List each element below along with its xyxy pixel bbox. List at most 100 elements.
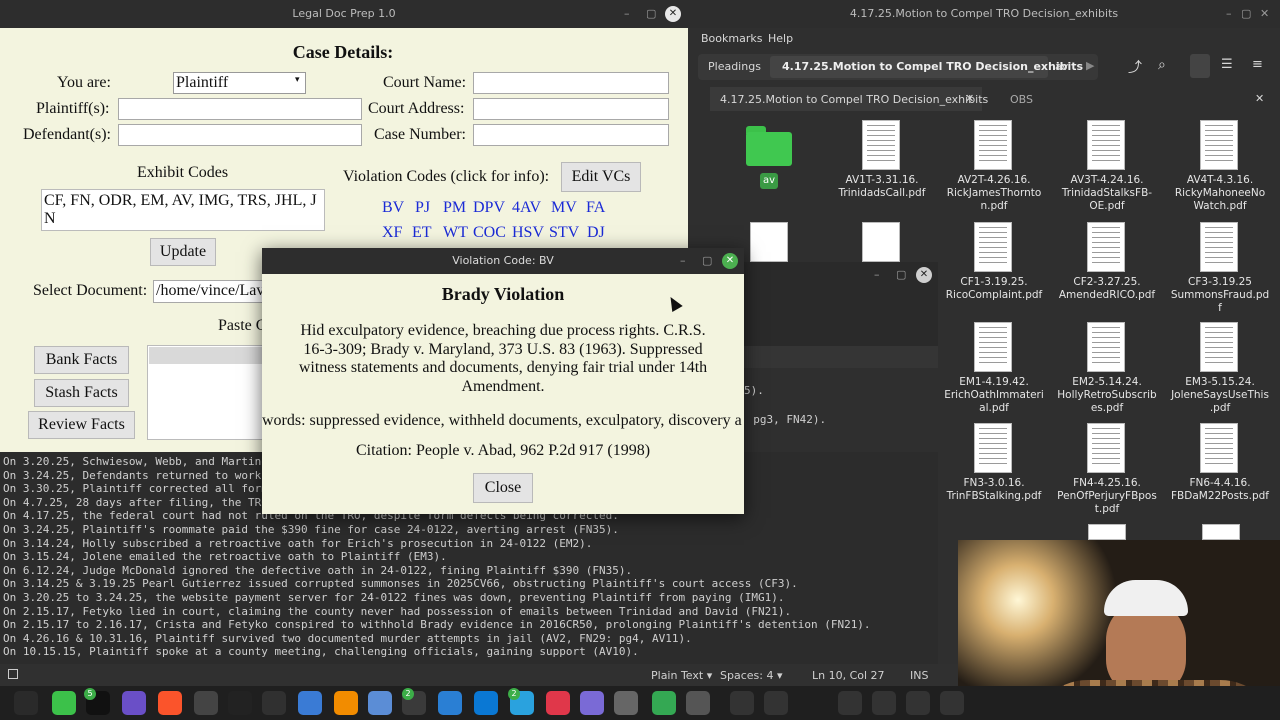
file-name[interactable]: CF2-3.27.25. AmendedRICO.pdf: [1057, 276, 1157, 302]
exhibit-codes-textarea[interactable]: CF, FN, ODR, EM, AV, IMG, TRS, JHL, J N: [41, 189, 325, 231]
pdf-file-icon[interactable]: [1200, 423, 1238, 473]
pdf-file-icon[interactable]: [974, 222, 1012, 272]
close-button[interactable]: Close: [473, 473, 533, 503]
violation-code-link[interactable]: STV: [549, 224, 579, 242]
violation-code-link[interactable]: BV: [382, 199, 404, 217]
tray-icon[interactable]: [730, 691, 754, 715]
file-name[interactable]: AV2T-4.26.16. RickJamesThornton.pdf: [944, 174, 1044, 213]
pdf-file-icon[interactable]: [974, 120, 1012, 170]
defendants-input[interactable]: [118, 124, 362, 146]
search-icon[interactable]: ⌕: [1158, 57, 1166, 73]
file-partial-icon[interactable]: [1202, 524, 1240, 540]
violation-code-link[interactable]: COC: [473, 224, 506, 242]
user-icon[interactable]: [906, 691, 930, 715]
tab-obs[interactable]: OBS: [1010, 93, 1033, 106]
file-name[interactable]: EM3-5.15.24. JoleneSaysUseThis.pdf: [1170, 376, 1270, 415]
notes-icon[interactable]: [580, 691, 604, 715]
maximize-icon[interactable]: ▢: [702, 254, 712, 267]
violation-code-link[interactable]: ET: [412, 224, 432, 242]
paste-textarea[interactable]: [147, 345, 267, 440]
camera-icon[interactable]: [298, 691, 322, 715]
vlc-icon[interactable]: [334, 691, 358, 715]
app-icon[interactable]: [122, 691, 146, 715]
minimize-icon[interactable]: –: [680, 254, 686, 267]
indent-selector[interactable]: Spaces: 4 ▾: [720, 669, 782, 682]
language-selector[interactable]: Plain Text ▾: [651, 669, 712, 682]
pdf-file-icon[interactable]: [974, 322, 1012, 372]
folder-icon[interactable]: [746, 126, 792, 166]
files-icon[interactable]: [52, 691, 76, 715]
file-name[interactable]: CF1-3.19.25. RicoComplaint.pdf: [944, 276, 1044, 302]
court-name-input[interactable]: [473, 72, 669, 94]
pdf-file-icon[interactable]: [1087, 322, 1125, 372]
shield-icon[interactable]: [652, 691, 676, 715]
mail-icon[interactable]: [368, 691, 392, 715]
settings-icon[interactable]: [614, 691, 638, 715]
printer-icon[interactable]: [838, 691, 862, 715]
pdf-file-icon[interactable]: [974, 423, 1012, 473]
lasso-icon[interactable]: [228, 691, 252, 715]
sort-icon[interactable]: ⤴: [1128, 57, 1142, 77]
violation-code-link[interactable]: 4AV: [512, 199, 541, 217]
maximize-icon[interactable]: ▢: [1241, 7, 1251, 20]
close-icon[interactable]: ✕: [665, 6, 681, 22]
you-are-select[interactable]: Plaintiff ▾: [173, 72, 306, 94]
editor-icon[interactable]: [438, 691, 462, 715]
chevron-right-icon[interactable]: ▶: [1086, 59, 1094, 72]
settings-icon[interactable]: [686, 691, 710, 715]
edit-vcs-button[interactable]: Edit VCs: [561, 162, 641, 192]
stash-facts-button[interactable]: Stash Facts: [34, 379, 129, 407]
brave-icon[interactable]: [158, 691, 182, 715]
minimize-icon[interactable]: –: [624, 7, 630, 20]
pdf-file-icon[interactable]: [1200, 222, 1238, 272]
violation-code-link[interactable]: MV: [551, 199, 577, 217]
file-partial-icon[interactable]: [750, 222, 788, 262]
paw-icon[interactable]: [194, 691, 218, 715]
file-name[interactable]: EM1-4.19.42. ErichOathImmaterial.pdf: [944, 376, 1044, 415]
close-icon[interactable]: ✕: [916, 267, 932, 283]
minimize-icon[interactable]: –: [874, 268, 880, 281]
minimize-icon[interactable]: –: [1226, 7, 1232, 20]
video-icon[interactable]: [262, 691, 286, 715]
hp-icon[interactable]: [940, 691, 964, 715]
court-address-input[interactable]: [473, 98, 669, 120]
menu-help[interactable]: Help: [768, 32, 793, 45]
violation-code-link[interactable]: PJ: [415, 199, 430, 217]
pdf-file-icon[interactable]: [1200, 322, 1238, 372]
file-name[interactable]: FN4-4.25.16. PenOfPerjuryFBpost.pdf: [1057, 477, 1157, 516]
file-name[interactable]: CF3-3.19.25 SummonsFraud.pdf: [1170, 276, 1270, 315]
violation-code-link[interactable]: DJ: [587, 224, 605, 242]
pdf-file-icon[interactable]: [1087, 222, 1125, 272]
maximize-icon[interactable]: ▢: [896, 268, 906, 281]
violation-code-link[interactable]: XF: [382, 224, 402, 242]
select-document-input[interactable]: /home/vince/Lav: [153, 280, 273, 303]
pdf-file-icon[interactable]: [1087, 423, 1125, 473]
file-name[interactable]: EM2-5.14.24. HollyRetroSubscribes.pdf: [1057, 376, 1157, 415]
file-name[interactable]: AV1T-3.31.16. TrinidadsCall.pdf: [832, 174, 932, 200]
sidebar-toggle-icon[interactable]: [8, 669, 18, 679]
violation-code-link[interactable]: DPV: [473, 199, 505, 217]
launcher-icon[interactable]: [14, 691, 38, 715]
list-view-icon[interactable]: ☰: [1221, 57, 1233, 72]
file-partial-icon[interactable]: [862, 222, 900, 262]
link-icon[interactable]: [546, 691, 570, 715]
vscode-icon[interactable]: [474, 691, 498, 715]
pdf-file-icon[interactable]: [862, 120, 900, 170]
maximize-icon[interactable]: ▢: [646, 7, 656, 20]
file-name[interactable]: FN6-4.4.16. FBDaM22Posts.pdf: [1170, 477, 1270, 503]
file-partial-icon[interactable]: [1088, 524, 1126, 540]
grid-view-icon[interactable]: [1190, 54, 1210, 78]
review-facts-button[interactable]: Review Facts: [28, 411, 135, 439]
violation-code-link[interactable]: FA: [586, 199, 605, 217]
case-number-input[interactable]: [473, 124, 669, 146]
path-segment-av[interactable]: av: [1055, 60, 1068, 73]
plaintiffs-input[interactable]: [118, 98, 362, 120]
update-button[interactable]: Update: [150, 238, 216, 266]
pdf-file-icon[interactable]: [1087, 120, 1125, 170]
violation-code-link[interactable]: WT: [443, 224, 468, 242]
file-name[interactable]: FN3-3.0.16. TrinFBStalking.pdf: [944, 477, 1044, 503]
path-segment-current[interactable]: 4.17.25.Motion to Compel TRO Decision_ex…: [782, 60, 1083, 73]
tab-obs-close-icon[interactable]: ✕: [1255, 92, 1264, 105]
file-name[interactable]: AV4T-4.3.16. RickyMahoneeNoWatch.pdf: [1170, 174, 1270, 213]
path-segment-pleadings[interactable]: Pleadings: [708, 60, 761, 73]
